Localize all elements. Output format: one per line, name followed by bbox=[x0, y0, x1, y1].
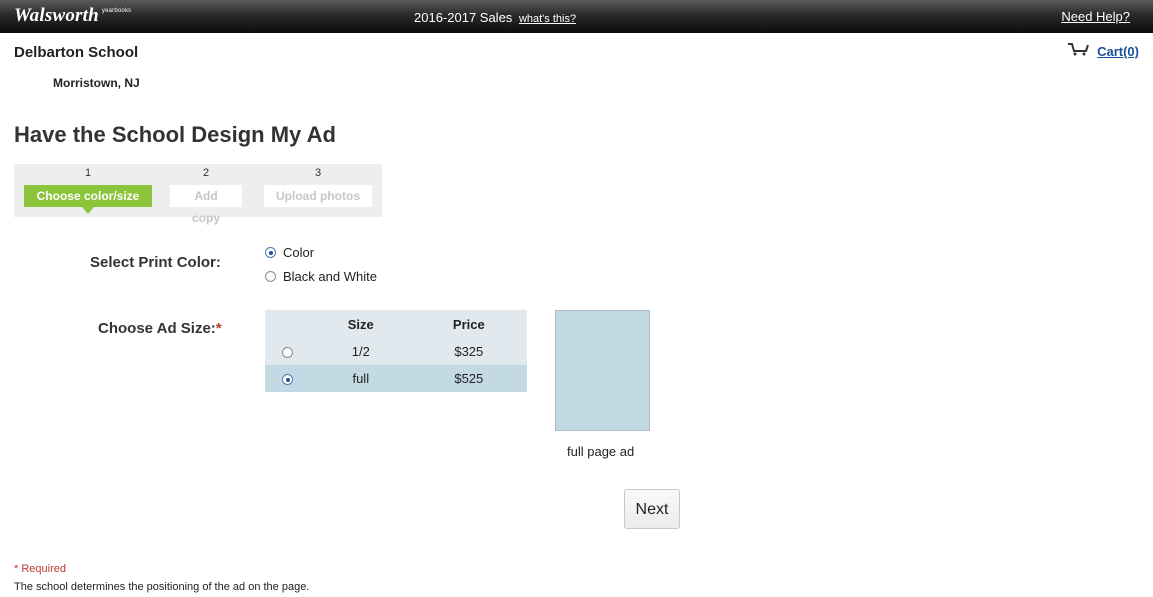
season-label: 2016-2017 Sales bbox=[414, 10, 513, 25]
cart-link-group[interactable]: Cart(0) bbox=[1067, 42, 1139, 61]
step-1[interactable]: 1 Choose color/size bbox=[24, 164, 152, 214]
step-label[interactable]: Upload photos bbox=[264, 185, 372, 207]
ad-size-table: Size Price 1/2 $325 full $525 bbox=[265, 310, 527, 392]
next-button[interactable]: Next bbox=[624, 489, 680, 529]
school-location: Morristown, NJ bbox=[53, 76, 140, 90]
logo-text: Walsworth bbox=[14, 5, 99, 26]
table-header-size: Size bbox=[310, 310, 411, 338]
row-radio-cell[interactable] bbox=[265, 338, 311, 365]
required-note: * Required bbox=[14, 563, 66, 575]
top-bar: Walsworth yearbooks 2016-2017 Sales what'… bbox=[0, 0, 1153, 33]
step-progress: 1 Choose color/size 2 Add copy 3 Upload … bbox=[14, 164, 382, 225]
print-color-label: Select Print Color: bbox=[90, 254, 221, 271]
ad-size-label-text: Choose Ad Size: bbox=[98, 320, 216, 337]
size-cell: full bbox=[310, 365, 411, 392]
radio-button[interactable] bbox=[265, 247, 276, 258]
step-2[interactable]: 2 Add copy bbox=[170, 164, 242, 225]
option-label: Color bbox=[283, 245, 315, 260]
table-header-price: Price bbox=[410, 310, 527, 338]
table-header-select bbox=[265, 310, 311, 338]
ad-size-label: Choose Ad Size:* bbox=[98, 320, 222, 337]
print-color-option-bw[interactable]: Black and White bbox=[265, 269, 377, 284]
positioning-note: The school determines the positioning of… bbox=[14, 581, 310, 593]
cart-link[interactable]: Cart(0) bbox=[1097, 44, 1139, 59]
step-number: 1 bbox=[84, 167, 92, 179]
whats-this-link[interactable]: what's this? bbox=[519, 13, 576, 25]
ad-preview-image bbox=[555, 310, 650, 431]
ad-preview-caption: full page ad bbox=[567, 444, 635, 459]
table-header-row: Size Price bbox=[265, 310, 527, 338]
radio-button[interactable] bbox=[282, 347, 294, 359]
logo-sup: yearbooks bbox=[101, 8, 132, 14]
row-radio-cell[interactable] bbox=[265, 365, 311, 392]
option-label: Black and White bbox=[283, 269, 377, 284]
price-cell: $325 bbox=[410, 338, 527, 365]
sales-season: 2016-2017 Sales what's this? bbox=[414, 10, 576, 25]
page-title: Have the School Design My Ad bbox=[14, 122, 336, 147]
table-row[interactable]: full $525 bbox=[265, 365, 527, 392]
required-star: * bbox=[215, 320, 222, 337]
step-number: 2 bbox=[202, 167, 210, 179]
walsworth-logo[interactable]: Walsworth yearbooks bbox=[14, 5, 131, 27]
step-label[interactable]: Choose color/size bbox=[24, 185, 152, 214]
step-3[interactable]: 3 Upload photos bbox=[264, 164, 372, 207]
print-color-option-color[interactable]: Color bbox=[265, 245, 314, 260]
radio-button[interactable] bbox=[265, 271, 276, 282]
table-row[interactable]: 1/2 $325 bbox=[265, 338, 527, 365]
size-cell: 1/2 bbox=[310, 338, 411, 365]
price-cell: $525 bbox=[410, 365, 527, 392]
need-help-link[interactable]: Need Help? bbox=[1061, 9, 1130, 24]
radio-button[interactable] bbox=[282, 374, 294, 386]
step-number: 3 bbox=[314, 167, 322, 179]
school-name: Delbarton School bbox=[14, 44, 139, 61]
step-label[interactable]: Add copy bbox=[170, 185, 242, 225]
cart-icon[interactable] bbox=[1067, 42, 1090, 61]
